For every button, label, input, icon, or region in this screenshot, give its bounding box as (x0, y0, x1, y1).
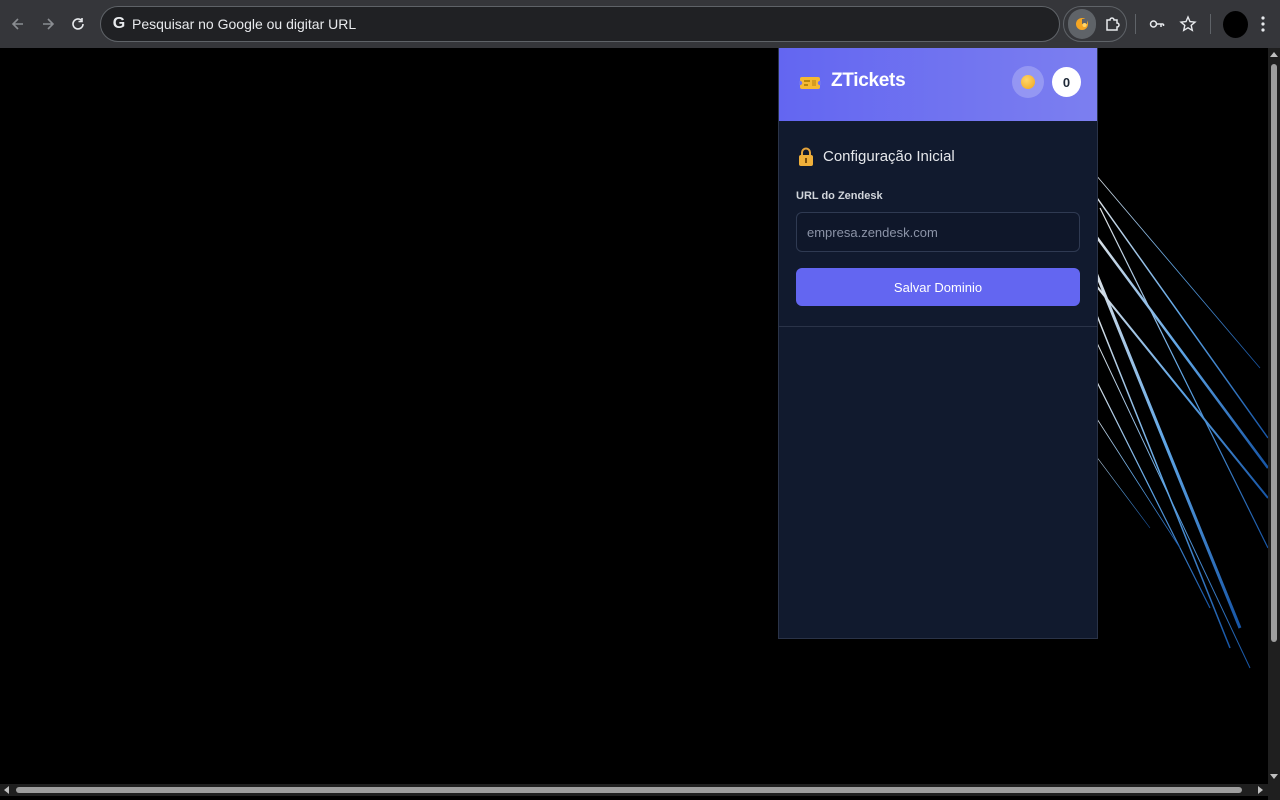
horizontal-scroll-thumb[interactable] (16, 787, 1242, 793)
scroll-up-arrow-icon[interactable] (1270, 52, 1278, 57)
save-domain-button[interactable]: Salvar Dominio (796, 268, 1080, 306)
toolbar-divider (1135, 14, 1136, 34)
key-icon[interactable] (1143, 10, 1171, 38)
scroll-right-arrow-icon[interactable] (1258, 786, 1263, 794)
ticket-icon (799, 72, 821, 94)
address-bar-placeholder: Pesquisar no Google ou digitar URL (132, 16, 357, 32)
address-bar[interactable]: G Pesquisar no Google ou digitar URL (100, 6, 1060, 42)
initial-setup-section: Configuração Inicial URL do Zendesk Salv… (779, 121, 1097, 327)
brand-title: ZTickets (831, 70, 906, 91)
url-field-label: URL do Zendesk (796, 190, 883, 202)
scroll-down-arrow-icon[interactable] (1270, 774, 1278, 779)
page-viewport: ZTickets 0 Configuração Inicial URL do Z… (0, 48, 1268, 784)
forward-arrow-icon[interactable] (36, 12, 60, 36)
scrollbar-corner (1268, 784, 1280, 800)
ztickets-extension-icon[interactable] (1068, 9, 1096, 39)
star-icon[interactable] (1174, 10, 1202, 38)
vertical-scroll-thumb[interactable] (1271, 64, 1277, 642)
profile-avatar[interactable] (1223, 11, 1248, 38)
zendesk-url-input[interactable] (796, 212, 1080, 252)
section-title: Configuração Inicial (823, 148, 955, 165)
coin-button[interactable] (1012, 66, 1044, 98)
light-streaks-wallpaper (1090, 168, 1268, 669)
coin-icon (1021, 75, 1035, 89)
bottom-strip (0, 796, 1268, 800)
toolbar-divider (1210, 14, 1211, 34)
kebab-menu-icon[interactable] (1254, 12, 1272, 36)
vertical-scrollbar[interactable] (1268, 48, 1280, 784)
browser-toolbar: G Pesquisar no Google ou digitar URL (0, 0, 1280, 48)
puzzle-icon[interactable] (1098, 10, 1126, 38)
ztickets-popup: ZTickets 0 Configuração Inicial URL do Z… (778, 48, 1098, 639)
popup-header: ZTickets 0 (779, 48, 1097, 121)
google-icon: G (112, 15, 126, 32)
ticket-count-badge: 0 (1052, 67, 1081, 97)
reload-icon[interactable] (66, 12, 90, 36)
back-arrow-icon[interactable] (6, 12, 30, 36)
horizontal-scrollbar[interactable] (0, 784, 1268, 796)
scroll-left-arrow-icon[interactable] (4, 786, 9, 794)
lock-icon (799, 147, 813, 166)
